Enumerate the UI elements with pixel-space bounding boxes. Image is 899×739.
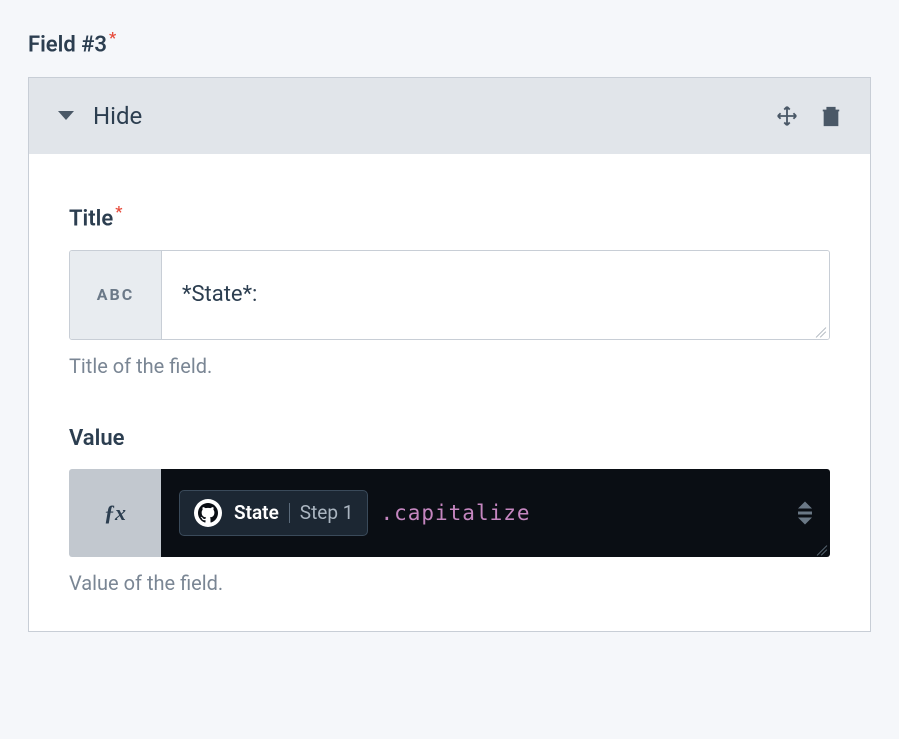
value-input-wrapper: ƒx State Step 1 bbox=[69, 469, 830, 557]
trash-icon bbox=[820, 104, 842, 128]
value-label: Value bbox=[69, 426, 830, 451]
panel-body: Title* ABC Title of the field. Value ƒx bbox=[29, 154, 870, 630]
title-input-wrapper: ABC bbox=[69, 250, 830, 340]
panel-header: Hide bbox=[29, 78, 870, 154]
chevron-down-icon bbox=[57, 110, 75, 122]
move-icon bbox=[776, 105, 798, 127]
move-button[interactable] bbox=[776, 105, 798, 127]
title-input[interactable] bbox=[162, 251, 829, 339]
chevron-up-icon bbox=[798, 501, 812, 508]
resize-handle-icon bbox=[813, 540, 827, 554]
expression-input[interactable]: State Step 1 .capitalize bbox=[161, 469, 830, 557]
delete-button[interactable] bbox=[820, 104, 842, 128]
value-input-type-button[interactable]: ƒx bbox=[69, 469, 161, 557]
field-heading: Field #3* bbox=[28, 28, 871, 57]
data-pill[interactable]: State Step 1 bbox=[179, 490, 368, 536]
chevron-down-icon bbox=[798, 517, 812, 524]
value-form-group: Value ƒx State S bbox=[69, 426, 830, 595]
title-label: Title* bbox=[69, 202, 830, 231]
collapse-toggle[interactable] bbox=[57, 110, 75, 122]
expression-method: .capitalize bbox=[380, 501, 530, 525]
title-form-group: Title* ABC Title of the field. bbox=[69, 202, 830, 377]
vertical-scroll-indicator[interactable] bbox=[798, 501, 812, 524]
title-help-text: Title of the field. bbox=[69, 354, 830, 378]
required-asterisk: * bbox=[109, 28, 116, 47]
required-asterisk: * bbox=[115, 202, 122, 221]
panel-header-left: Hide bbox=[57, 102, 142, 130]
pill-variable-name: State bbox=[234, 501, 279, 524]
fx-icon: ƒx bbox=[104, 500, 126, 526]
title-label-text: Title bbox=[69, 207, 113, 232]
field-heading-text: Field #3 bbox=[28, 32, 107, 57]
github-icon bbox=[194, 499, 222, 527]
pill-separator bbox=[289, 503, 290, 523]
dash-icon bbox=[798, 511, 812, 514]
title-input-type-button[interactable]: ABC bbox=[70, 251, 162, 339]
panel-title: Hide bbox=[93, 102, 142, 130]
value-help-text: Value of the field. bbox=[69, 571, 830, 595]
abc-icon: ABC bbox=[97, 285, 134, 304]
pill-text-group: State Step 1 bbox=[234, 501, 353, 524]
panel-header-right bbox=[776, 104, 842, 128]
pill-step-label: Step 1 bbox=[300, 501, 354, 524]
field-panel: Hide Title* ABC bbox=[28, 77, 871, 631]
